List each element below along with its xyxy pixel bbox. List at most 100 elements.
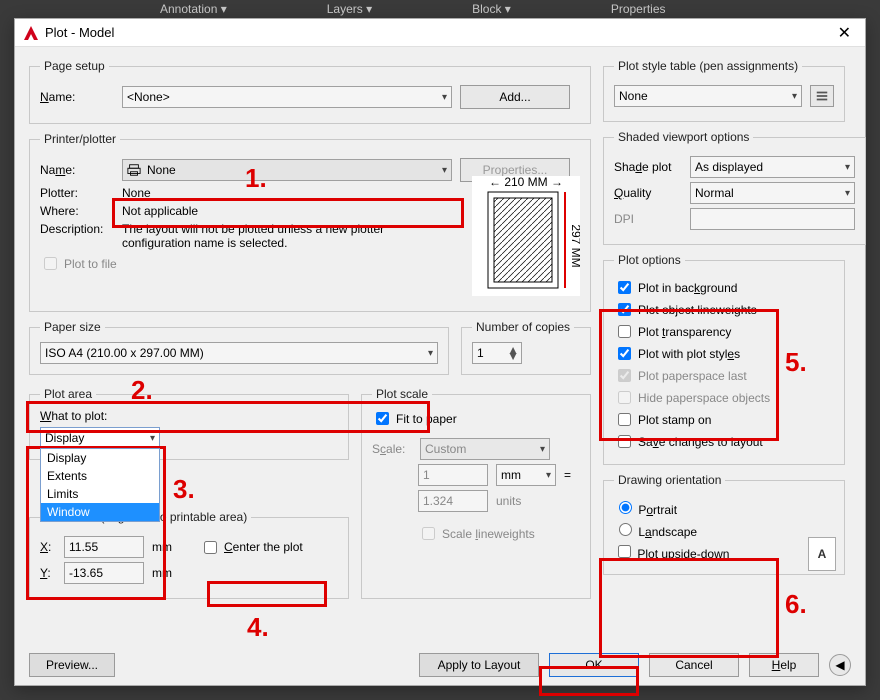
- app-logo-icon: [23, 25, 39, 41]
- plot-lineweights-checkbox[interactable]: Plot object lineweights: [614, 300, 834, 319]
- ribbon-layers[interactable]: Layers ▾: [327, 2, 372, 16]
- page-setup-name-label: NName:ame:: [40, 90, 114, 104]
- copies-group: Number of copies 1 ▲▼: [461, 320, 591, 375]
- x-input[interactable]: [64, 536, 144, 558]
- plot-background-checkbox[interactable]: Plot in background: [614, 278, 834, 297]
- plot-dialog: Plot - Model ✕ Page setup NName:ame: <No…: [14, 18, 866, 686]
- chevron-down-icon: ▾: [845, 162, 850, 173]
- plot-options-legend: Plot options: [614, 253, 685, 267]
- dpi-input: [690, 208, 855, 230]
- plot-styles-checkbox[interactable]: Plot with plot styles: [614, 344, 834, 363]
- svg-text:297 MM: 297 MM: [569, 224, 580, 267]
- upside-down-checkbox[interactable]: Plot upside-down: [614, 542, 834, 561]
- cancel-button[interactable]: Cancel: [649, 653, 739, 677]
- annotation-number-4: 4.: [247, 612, 269, 643]
- paper-preview-svg: ← 210 MM → 297 MM: [472, 176, 580, 296]
- center-plot-checkbox[interactable]: Center the plot: [200, 538, 303, 557]
- spinner-arrows-icon[interactable]: ▲▼: [507, 347, 519, 359]
- ribbon-properties[interactable]: Properties: [611, 2, 666, 16]
- copies-spinner[interactable]: 1 ▲▼: [472, 342, 522, 364]
- shade-plot-label: Shade plot: [614, 160, 682, 174]
- plot-stamp-checkbox[interactable]: Plot stamp on: [614, 410, 834, 429]
- what-to-plot-select[interactable]: Display▾: [40, 427, 160, 449]
- plot-scale-legend: Plot scale: [372, 387, 432, 401]
- dialog-title: Plot - Model: [45, 25, 114, 40]
- paper-size-select[interactable]: ISO A4 (210.00 x 297.00 MM)▾: [40, 342, 438, 364]
- printer-icon: [127, 163, 141, 177]
- y-input[interactable]: [64, 562, 144, 584]
- what-to-plot-label: What to plot:: [40, 409, 338, 423]
- printer-plotter-group: Printer/plotter Name: None ▾ Properties.…: [29, 132, 591, 312]
- paper-size-legend: Paper size: [40, 320, 105, 334]
- ribbon-annotation[interactable]: Annotation ▾: [160, 2, 227, 16]
- preview-button[interactable]: Preview...: [29, 653, 115, 677]
- page-setup-legend: Page setup: [40, 59, 109, 73]
- scale-denom-input: [418, 490, 488, 512]
- plot-to-file-checkbox: Plot to file: [40, 254, 117, 273]
- chevron-down-icon: ▾: [442, 92, 447, 103]
- printer-plotter-legend: Printer/plotter: [40, 132, 120, 146]
- apply-layout-button[interactable]: Apply to Layout: [419, 653, 539, 677]
- description-value: The layout will not be plotted unless a …: [122, 222, 442, 250]
- equals-sign: =: [564, 468, 571, 482]
- scale-label: Scale:: [372, 442, 412, 456]
- chevron-down-icon: ▾: [792, 91, 797, 102]
- close-button[interactable]: ✕: [832, 23, 857, 43]
- fit-to-paper-checkbox[interactable]: Fit to paper: [372, 409, 457, 428]
- chevron-down-icon: ▾: [150, 433, 155, 444]
- orientation-legend: Drawing orientation: [614, 473, 725, 487]
- printer-name-select[interactable]: None ▾: [122, 159, 452, 181]
- where-label: Where:: [40, 204, 114, 218]
- quality-label: Quality: [614, 186, 682, 200]
- scale-lineweights-checkbox: Scale lineweights: [418, 524, 535, 543]
- add-button[interactable]: Add...: [460, 85, 570, 109]
- ribbon-block[interactable]: Block ▾: [472, 2, 511, 16]
- where-value: Not applicable: [122, 204, 198, 218]
- page-setup-group: Page setup NName:ame: <None>▾ Add...: [29, 59, 591, 124]
- plot-style-table-group: Plot style table (pen assignments) None▾: [603, 59, 845, 122]
- orientation-group: Drawing orientation Portrait Landscape P…: [603, 473, 845, 575]
- dd-option-limits[interactable]: Limits: [41, 485, 159, 503]
- portrait-radio[interactable]: Portrait: [614, 498, 834, 517]
- y-label: Y:: [40, 566, 56, 580]
- unit-mm: mm: [152, 566, 172, 580]
- chevron-down-icon: ▾: [428, 348, 433, 359]
- x-label: X:: [40, 540, 56, 554]
- scale-num-input: [418, 464, 488, 486]
- ok-button[interactable]: OK: [549, 653, 639, 677]
- landscape-radio[interactable]: Landscape: [614, 520, 834, 539]
- chevron-down-icon: ▾: [442, 165, 447, 176]
- page-setup-name-select[interactable]: <None>▾: [122, 86, 452, 108]
- dd-option-display[interactable]: Display: [41, 449, 159, 467]
- dd-option-window[interactable]: Window: [41, 503, 159, 521]
- unit-mm: mm: [152, 540, 172, 554]
- plot-area-legend: Plot area: [40, 387, 96, 401]
- expand-collapse-button[interactable]: ◀: [829, 654, 851, 676]
- dd-option-extents[interactable]: Extents: [41, 467, 159, 485]
- orientation-icon: A: [808, 537, 836, 571]
- copies-legend: Number of copies: [472, 320, 574, 334]
- help-button[interactable]: Help: [749, 653, 819, 677]
- titlebar: Plot - Model ✕: [15, 19, 865, 47]
- plot-offset-group: Plot offset (origin set to printable are…: [29, 510, 349, 599]
- printer-name-label: Name:: [40, 163, 114, 177]
- units-label: units: [496, 494, 521, 508]
- scale-unit-select[interactable]: mm▾: [496, 464, 556, 486]
- plot-scale-group: Plot scale Fit to paper Scale: Custom▾ m…: [361, 387, 591, 599]
- paper-preview-thumb: ← 210 MM → 297 MM: [472, 176, 580, 296]
- shade-plot-select[interactable]: As displayed▾: [690, 156, 855, 178]
- edit-plot-style-button[interactable]: [810, 85, 834, 107]
- plotter-value: None: [122, 186, 151, 200]
- paper-size-group: Paper size ISO A4 (210.00 x 297.00 MM)▾: [29, 320, 449, 375]
- chevron-down-icon: ▾: [845, 188, 850, 199]
- plot-style-select[interactable]: None▾: [614, 85, 802, 107]
- plot-options-group: Plot options Plot in background Plot obj…: [603, 253, 845, 465]
- plot-area-group: Plot area What to plot: Display▾ Display…: [29, 387, 349, 460]
- plot-paperspace-checkbox: Plot paperspace last: [614, 366, 834, 385]
- save-changes-checkbox[interactable]: Save changes to layout: [614, 432, 834, 451]
- chevron-down-icon: ▾: [540, 444, 545, 455]
- what-to-plot-dropdown-list[interactable]: Display Extents Limits Window: [40, 448, 160, 522]
- quality-select[interactable]: Normal▾: [690, 182, 855, 204]
- plot-transparency-checkbox[interactable]: Plot transparency: [614, 322, 834, 341]
- dpi-label: DPI: [614, 212, 682, 226]
